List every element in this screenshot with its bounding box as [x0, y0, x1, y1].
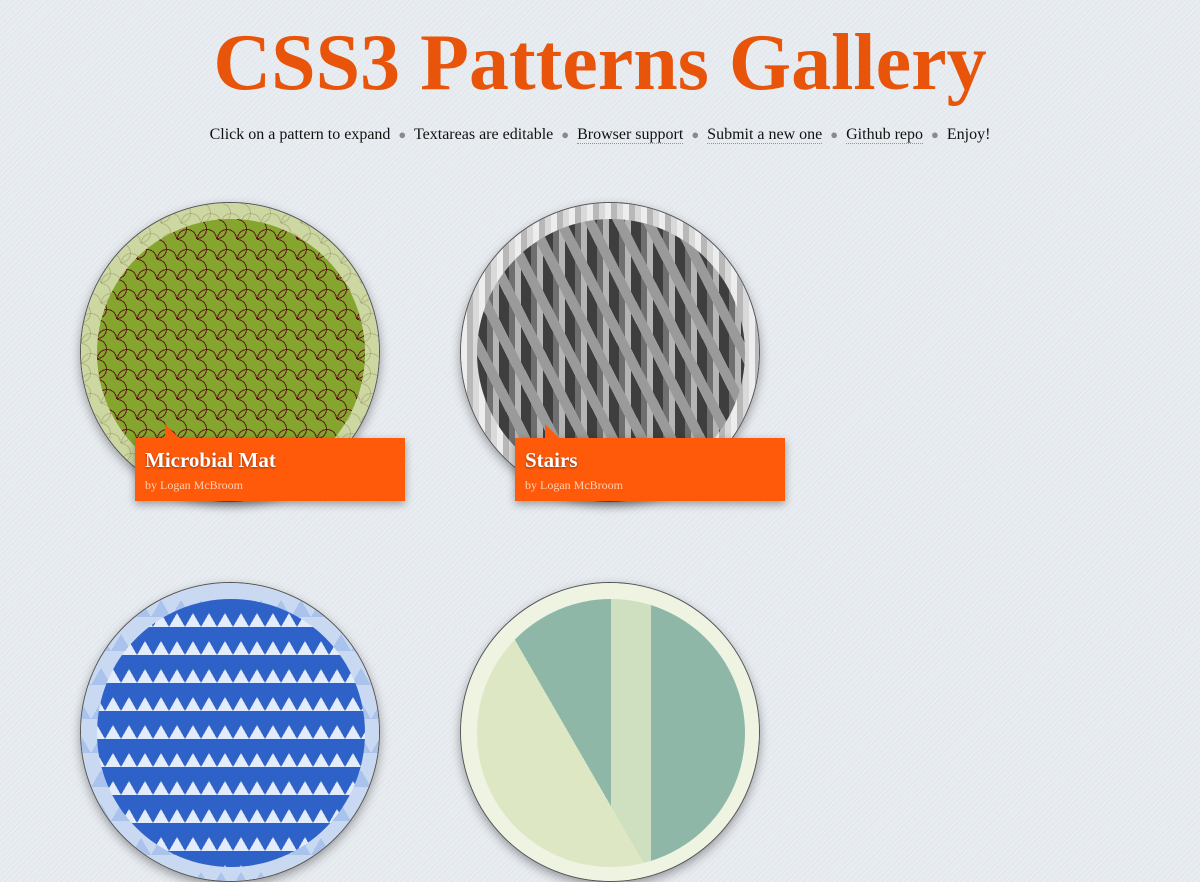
pattern-card-microbial-mat[interactable]: Microbial Mat by Logan McBroom	[80, 202, 405, 502]
pattern-swatch[interactable]	[460, 582, 760, 882]
pattern-author: by Logan McBroom	[145, 478, 243, 492]
pattern-swatch[interactable]	[80, 582, 380, 882]
subnav-editable: Textareas are editable	[414, 126, 554, 143]
pattern-label[interactable]: Stairs by Logan McBroom	[515, 424, 785, 501]
pattern-title: Microbial Mat	[145, 448, 276, 472]
pattern-label[interactable]: Microbial Mat by Logan McBroom	[135, 424, 405, 501]
github-repo-link[interactable]: Github repo	[846, 126, 923, 144]
separator-dot: ●	[398, 127, 407, 142]
pattern-card-geometric[interactable]	[460, 582, 760, 882]
pattern-swatch-inner	[477, 599, 745, 867]
separator-dot: ●	[691, 127, 700, 142]
pattern-author: by Logan McBroom	[525, 478, 623, 492]
pattern-title: Stairs	[525, 448, 578, 472]
separator-dot: ●	[931, 127, 939, 142]
separator-dot: ●	[561, 127, 570, 142]
subnav-enjoy: Enjoy!	[946, 126, 991, 143]
pattern-swatch-inner	[97, 599, 365, 867]
separator-dot: ●	[830, 127, 839, 142]
subnav-intro: Click on a pattern to expand	[209, 126, 391, 143]
pattern-card-triangles[interactable]	[80, 582, 380, 882]
browser-support-link[interactable]: Browser support	[577, 126, 684, 144]
subnav: Click on a pattern to expand ● Textareas…	[0, 124, 1200, 146]
pattern-card-stairs[interactable]: Stairs by Logan McBroom	[460, 202, 785, 502]
submit-new-link[interactable]: Submit a new one	[707, 126, 823, 144]
page-title: CSS3 Patterns Gallery	[213, 19, 987, 107]
